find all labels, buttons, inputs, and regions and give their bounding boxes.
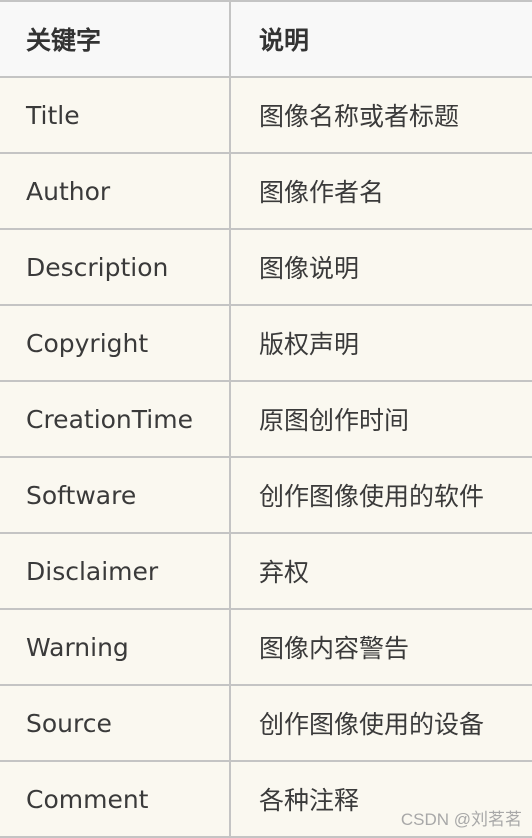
description-cell: 图像说明 — [230, 228, 532, 305]
table-row: Warning 图像内容警告 — [0, 608, 532, 685]
table-header: 关键字 说明 — [0, 1, 532, 77]
description-cell: 版权声明 — [230, 304, 532, 381]
header-row: 关键字 说明 — [0, 1, 532, 77]
description-cell: 原图创作时间 — [230, 380, 532, 457]
keyword-cell: Copyright — [0, 304, 231, 381]
description-cell: 创作图像使用的软件 — [230, 456, 532, 533]
keyword-cell: Source — [0, 684, 231, 761]
description-cell: 图像作者名 — [230, 152, 532, 229]
table-body: Title 图像名称或者标题 Author 图像作者名 Description … — [0, 76, 532, 838]
watermark: CSDN @刘茗茗 — [400, 810, 522, 829]
keyword-table: 关键字 说明 Title 图像名称或者标题 Author 图像作者名 Descr… — [0, 0, 532, 838]
keyword-cell: Warning — [0, 608, 231, 685]
description-cell: 图像内容警告 — [230, 608, 532, 685]
header-keyword: 关键字 — [0, 1, 231, 77]
table-row: Copyright 版权声明 — [0, 304, 532, 381]
description-cell: 图像名称或者标题 — [230, 76, 532, 153]
table-row: Disclaimer 弃权 — [0, 532, 532, 609]
keyword-cell: Description — [0, 228, 231, 305]
keyword-cell: Software — [0, 456, 231, 533]
keyword-cell: Author — [0, 152, 231, 229]
keyword-cell: Title — [0, 76, 231, 153]
table-row: CreationTime 原图创作时间 — [0, 380, 532, 457]
table-row: Software 创作图像使用的软件 — [0, 456, 532, 533]
keyword-cell: CreationTime — [0, 380, 231, 457]
keyword-cell: Comment — [0, 760, 231, 838]
table-row: Title 图像名称或者标题 — [0, 76, 532, 153]
description-cell: 弃权 — [230, 532, 532, 609]
header-description: 说明 — [259, 26, 310, 55]
table-row: Description 图像说明 — [0, 228, 532, 305]
keyword-cell: Disclaimer — [0, 532, 231, 609]
description-cell: 创作图像使用的设备 — [230, 684, 532, 761]
table-row: Author 图像作者名 — [0, 152, 532, 229]
table-row: Source 创作图像使用的设备 — [0, 684, 532, 761]
